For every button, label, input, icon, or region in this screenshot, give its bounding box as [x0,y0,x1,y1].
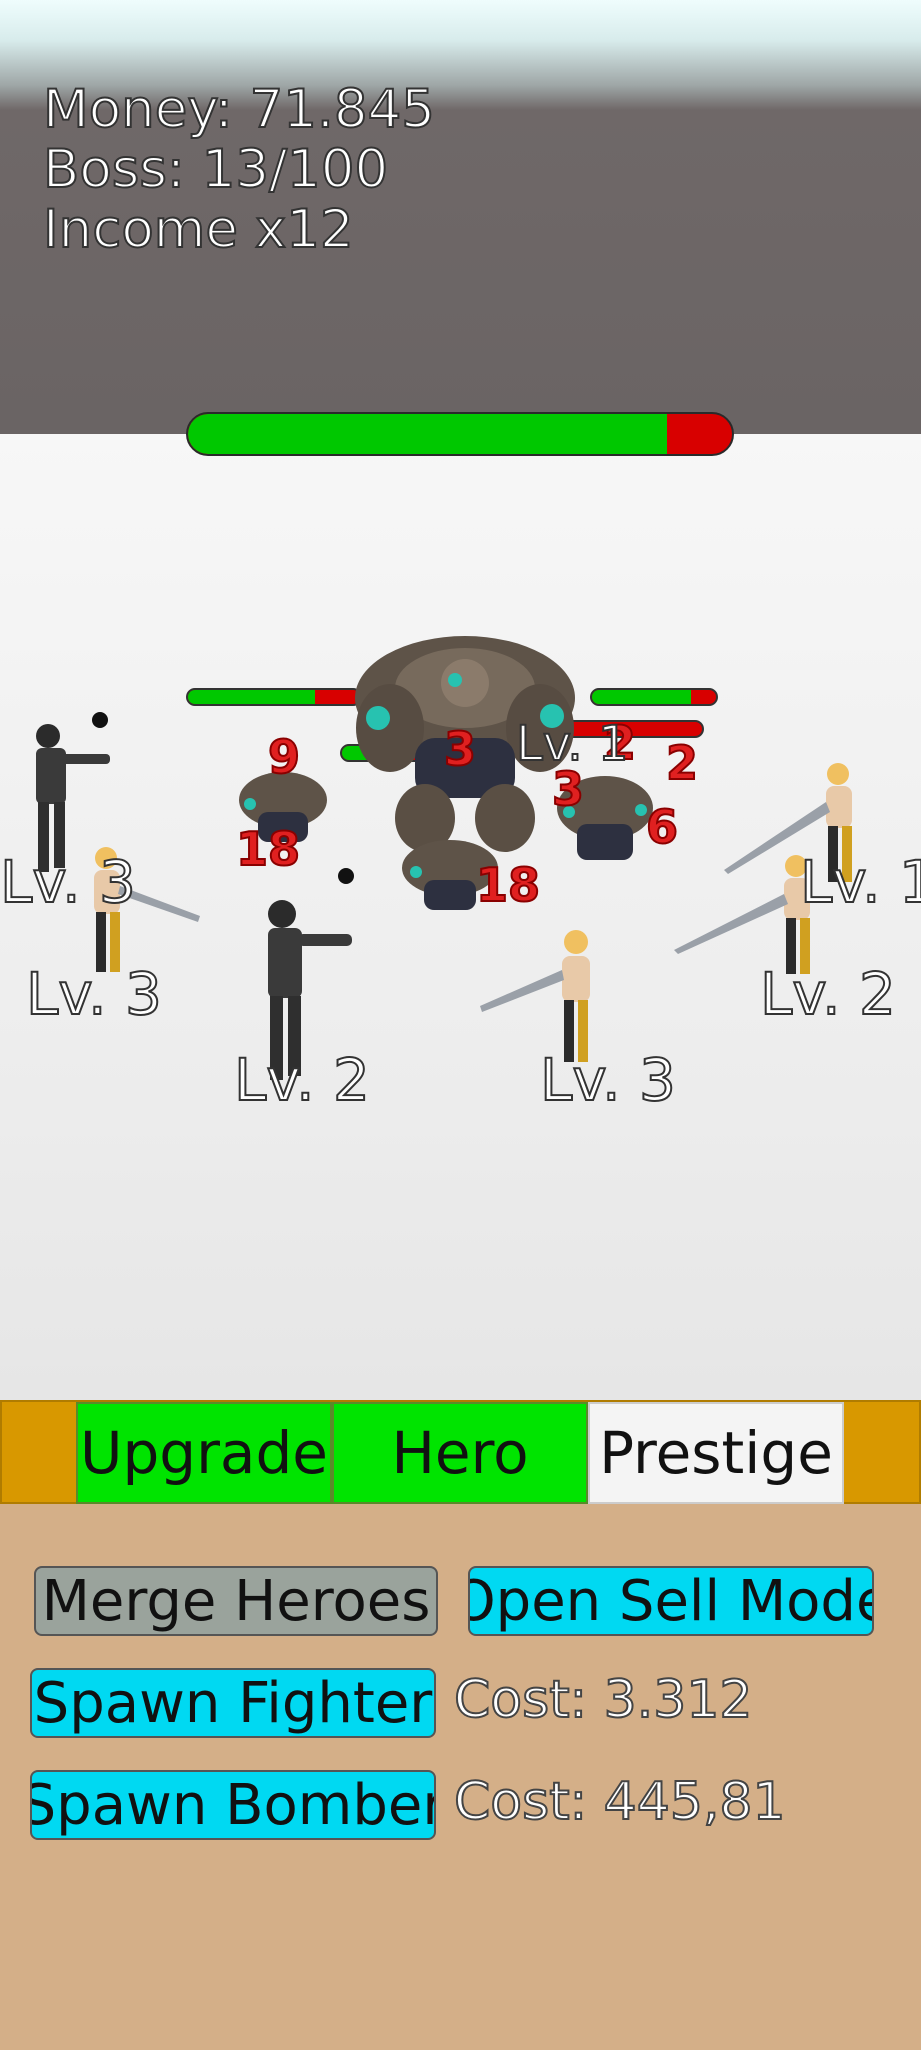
hero-level-label: Lv. 3 [539,1045,677,1115]
damage-number: 3 [443,721,477,777]
bomb-projectile [92,712,108,728]
hero-level-label: Lv. 2 [233,1045,371,1115]
boss-level-label: Lv. 1 [515,715,629,773]
income-text: Income x12 [42,199,355,261]
tab-upgrade[interactable]: Upgrade [76,1402,332,1504]
boss-progress-text: Boss: 13/100 [42,139,389,201]
spawn-fighter-button[interactable]: Spawn Fighter [30,1668,436,1738]
merge-heroes-button[interactable]: Merge Heroes [34,1566,438,1636]
hero-level-label: Lv. 2 [759,959,897,1029]
spawn-bomber-button[interactable]: Spawn Bomber [30,1770,436,1840]
tab-hero[interactable]: Hero [332,1402,588,1504]
hero-level-label: Lv. 1 [799,847,921,917]
damage-number: 18 [235,821,301,877]
bomb-projectile [338,868,354,884]
tab-prestige[interactable]: Prestige [588,1402,844,1504]
enemy-health-fill [592,690,692,704]
damage-number: 2 [665,735,699,791]
damage-number: 18 [475,857,541,913]
spawn-fighter-cost: Cost: 3.312 [453,1669,754,1731]
hero-level-label: Lv. 3 [25,959,163,1029]
spawn-bomber-cost: Cost: 445,81 [453,1771,787,1833]
hero-level-label: Lv. 3 [0,847,137,917]
open-sell-mode-button[interactable]: Open Sell Mode [468,1566,874,1636]
damage-number: 6 [645,799,679,855]
damage-number: 9 [267,729,301,785]
hud-stats: Money: 71.845 Boss: 13/100 Income x12 [42,79,436,261]
enemy-health-bar [590,688,718,706]
money-text: Money: 71.845 [42,79,436,141]
enemy-health-fill [188,690,316,704]
boss-health-bar [186,412,734,456]
boss-health-fill [188,414,667,454]
